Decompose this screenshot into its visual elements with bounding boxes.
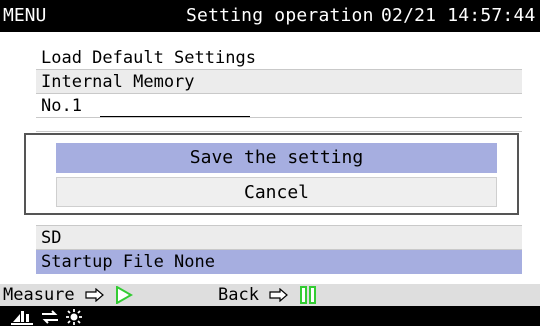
usb-icon: [42, 310, 58, 324]
bottom-status-strip: [0, 306, 540, 326]
brightness-icon: [66, 309, 82, 325]
back-hint: Back: [218, 284, 317, 306]
save-setting-button[interactable]: Save the setting: [56, 143, 497, 173]
sd-label: SD: [41, 228, 62, 248]
title-bar: MENU Setting operation 02/21 14:57:44: [0, 0, 540, 32]
arrow-right-icon: [85, 288, 104, 302]
memory-slot-1[interactable]: No.1: [36, 94, 522, 118]
datetime: 02/21 14:57:44: [381, 5, 536, 26]
play-icon[interactable]: [115, 286, 134, 304]
memory-slot-1-blank: [100, 102, 251, 117]
load-default-item[interactable]: Load Default Settings: [36, 46, 522, 70]
startup-file-label: Startup File None: [41, 252, 215, 272]
key-hint-bar: Measure Back: [0, 284, 540, 306]
internal-memory-header: Internal Memory: [36, 70, 522, 94]
connection-icon: [11, 311, 33, 325]
startup-file-item[interactable]: Startup File None: [36, 250, 522, 274]
screen-title: Setting operation: [186, 5, 374, 26]
internal-memory-label: Internal Memory: [41, 72, 195, 92]
save-dialog: Save the setting Cancel: [24, 133, 519, 215]
sd-header: SD: [36, 226, 522, 250]
memory-slot-6-blank: [94, 214, 244, 225]
measure-hint: Measure: [3, 284, 134, 306]
arrow-right-icon: [269, 288, 289, 302]
load-default-label: Load Default Settings: [41, 48, 256, 68]
pause-icon[interactable]: [299, 286, 317, 304]
measure-label: Measure: [3, 285, 75, 305]
menu-label[interactable]: MENU: [3, 0, 46, 32]
back-label: Back: [218, 285, 259, 305]
memory-slot-2-partial: [36, 118, 522, 132]
memory-slot-1-label: No.1: [41, 96, 82, 116]
cancel-button[interactable]: Cancel: [56, 177, 497, 207]
